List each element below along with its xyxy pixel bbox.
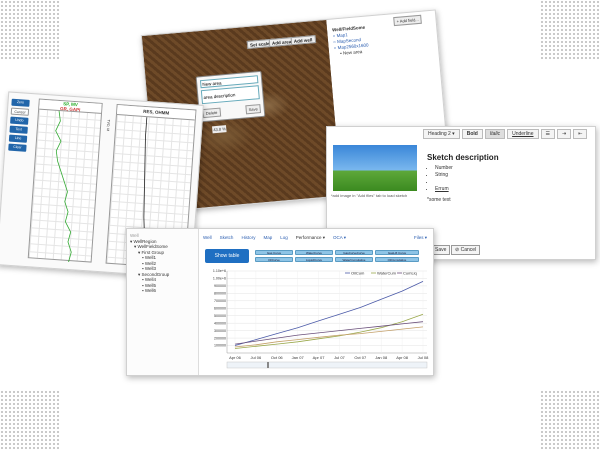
list-item: Number [435,165,453,172]
x-tick-label: Apr 06 [229,355,242,360]
corner-dots [0,0,60,60]
curve-pill[interactable]: LiquidCurve [295,257,333,262]
range-slider [226,361,428,369]
curve-pill[interactable]: OilCurve [255,257,293,262]
tab-history[interactable]: History [241,235,255,241]
line-button[interactable]: Line [8,134,28,143]
delete-button[interactable]: Delete [202,107,221,119]
tab-map[interactable]: Map [263,235,272,241]
tab-well[interactable]: Well [203,235,212,241]
x-tick-label: Jul 07 [334,355,345,360]
x-tick-label: Oct 07 [354,355,367,360]
sketch-list: Number String Errum [435,165,453,193]
depth-axis-label: TVD, M [105,119,111,132]
sp-curve [55,110,72,263]
performance-chart[interactable]: 100000 200000 300000 400000 500000 600000 7000… [205,265,431,373]
area-popup: Delete Save [195,70,266,123]
list-item: Errum [435,186,453,193]
indent-icon[interactable]: ⇥ [556,129,572,139]
outdent-icon[interactable]: ⇤ [573,129,588,139]
tab-oca[interactable]: OCA ▾ [333,235,346,241]
save-button[interactable]: Save [245,104,262,115]
x-tick-label: Apr 07 [313,355,326,360]
tab-log[interactable]: Log [280,235,288,241]
y-tick-label: 200000 [214,336,226,340]
range-handle [267,362,269,368]
y-tick-label: 600000 [214,306,226,310]
underline-button[interactable]: Underline [507,129,539,139]
editor-toolbar: Heading 2 ▾ Bold Italic Underline ☰ ⇥ ⇤ [423,129,588,141]
y-tick-label: 400000 [214,321,226,325]
curve-pill[interactable]: WaterCumulative [335,257,373,262]
series-line [234,321,424,345]
sketch-title: Sketch description [427,153,499,162]
undo-button[interactable]: Undo [10,116,29,125]
scale-indicator: 43.8 % [212,125,228,134]
legend-label: OilCum [351,270,365,275]
y-tick-label: 100000 [214,344,226,348]
area-description-input[interactable] [200,85,260,105]
y-tick-label: 800000 [214,292,226,296]
x-tick-label: Jul 08 [418,355,429,360]
cancel-button[interactable]: Cancel [10,107,30,116]
x-tick-label: Jul 06 [251,355,262,360]
curve-pill[interactable]: OilCumulative [375,257,419,262]
list-item [435,179,453,186]
heading-select[interactable]: Heading 2 ▾ [423,129,460,139]
zero-button[interactable]: Zero [11,98,30,107]
cancel-button[interactable]: ⊘ Cancel [451,245,481,255]
y-tick-label: 1.00e+6 [213,277,226,281]
bold-button[interactable]: Bold [461,129,483,139]
footnote: *some text [427,197,451,203]
corner-dots [540,390,600,450]
show-table-button[interactable]: Show table [205,249,249,263]
main-app-window: Well ▾ WellRegion ▾ WellFieldSome ▾ Firs… [126,228,434,376]
list-icon[interactable]: ☰ [540,129,555,139]
y-tick-label: 300000 [214,329,226,333]
legend-label: WaterCum [377,270,397,275]
corner-dots [540,0,600,60]
x-tick-label: Jan 07 [292,355,305,360]
tab-sketch[interactable]: Sketch [220,235,234,241]
well-tree: Well ▾ WellRegion ▾ WellFieldSome ▾ Firs… [127,229,199,375]
y-tick-label: 500000 [214,314,226,318]
curve-pill[interactable]: Gas Curve [255,250,293,255]
x-tick-label: Jan 08 [375,355,388,360]
list-item: String [435,172,453,179]
curve-pill[interactable]: GasCurveCurve [335,250,373,255]
map-tree: Well/FieldSome ○ Map1 ○ MapSecond ○ Map2… [332,19,434,58]
y-tick-label: 700000 [214,299,226,303]
tree-item[interactable]: ▪ Well6 [130,288,195,294]
clear-button[interactable]: Clear [8,143,27,152]
x-tick-label: Oct 06 [271,355,284,360]
text-button[interactable]: Text [9,125,28,134]
image-caption: *add image in "Add files" tab to load sk… [331,193,408,198]
main-nav: Well Sketch History Map Log Performance … [203,235,346,241]
italic-button[interactable]: Italic [484,129,506,139]
corner-dots [0,390,60,450]
x-tick-label: Apr 08 [396,355,409,360]
add-well-button[interactable]: Add well [290,35,316,46]
legend-label: CumLiq [403,270,417,275]
log-track-1[interactable]: SP, MV GR, GAPI [27,98,103,263]
curve-pill[interactable]: WaterCurve [295,250,333,255]
curve-pill[interactable]: GasLift Curve [375,250,419,255]
y-tick-label: 900000 [214,284,226,288]
sketch-image [333,145,417,191]
tab-performance[interactable]: Performance ▾ [296,235,325,241]
files-menu[interactable]: Files ▾ [414,235,427,241]
y-tick-label: 1.10e+6 [213,269,226,273]
